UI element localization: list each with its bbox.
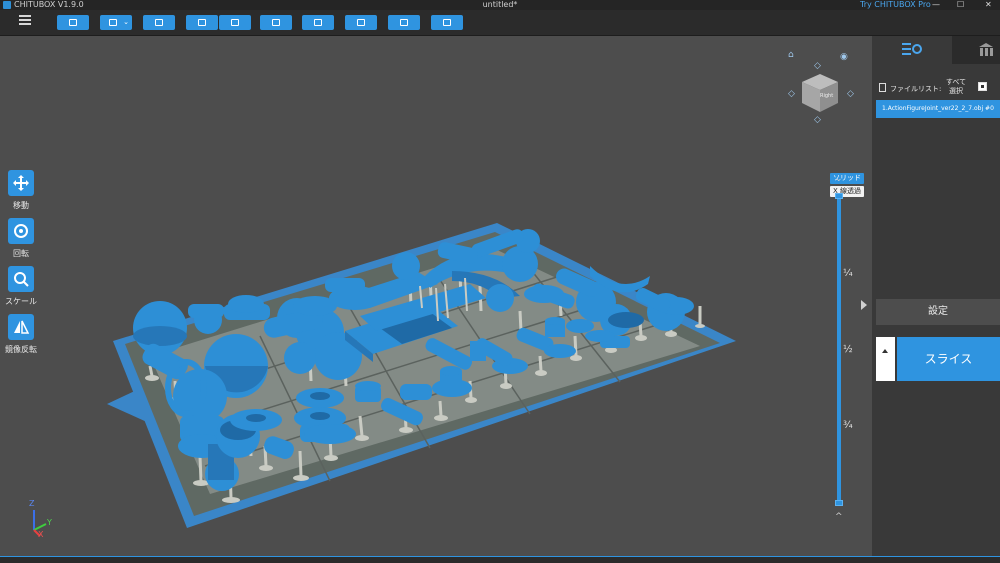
open-file-icon <box>69 19 77 26</box>
file-list-item[interactable]: 1.ActionFigureJoint_ver22_2_7.obj #0 <box>876 100 1000 118</box>
export-icon <box>231 19 239 26</box>
tab-settings-list[interactable] <box>872 36 952 64</box>
tab-machine[interactable] <box>952 36 1000 64</box>
layer-slider-top-handle[interactable] <box>835 193 843 199</box>
import-icon <box>198 19 206 26</box>
x-axis-label: X <box>38 530 44 539</box>
sidebar-icon <box>272 19 280 26</box>
right-panel: ファイルリスト: すべて選択 1.ActionFigureJoint_ver22… <box>872 36 1000 556</box>
try-pro-link[interactable]: Try CHITUBOX Pro <box>860 0 931 10</box>
supports-button[interactable] <box>345 15 377 30</box>
scale-tool-button[interactable] <box>8 266 34 292</box>
slice-options-dropdown[interactable] <box>876 337 895 381</box>
document-title: untitled* <box>482 0 518 9</box>
build-plate-scene[interactable] <box>0 36 872 556</box>
file-list-label: ファイルリスト: <box>890 85 942 93</box>
chevron-down-icon[interactable]: ⌄ <box>123 19 129 26</box>
rotate-right-arrow-icon[interactable]: ◇ <box>847 90 854 99</box>
rotate-tool-button[interactable] <box>8 218 34 244</box>
slice-button[interactable]: スライス <box>897 337 1000 381</box>
rotate-up-arrow-icon[interactable]: ◇ <box>814 62 821 71</box>
3d-viewport[interactable]: 移動 回転 スケール 鏡像反転 ⌂ ◉ ◇ ◇ ◇ ◇ Right ソリッド X… <box>0 36 872 556</box>
layer-slider-bottom-handle[interactable] <box>835 500 843 506</box>
scale-icon <box>14 272 29 287</box>
hollow-icon <box>400 19 408 26</box>
lock-icon <box>443 19 451 26</box>
rotate-tool-label: 回転 <box>13 249 29 258</box>
z-axis-label: Z <box>29 499 35 508</box>
arrange-icon <box>314 19 322 26</box>
move-tool-label: 移動 <box>13 201 29 210</box>
home-view-icon[interactable]: ⌂ <box>788 51 794 60</box>
y-axis-label: Y <box>47 518 52 527</box>
supports-icon <box>357 19 365 26</box>
minimize-icon[interactable]: — <box>932 0 940 10</box>
rotate-down-arrow-icon[interactable]: ◇ <box>814 116 821 125</box>
slider-mark-half: ½ <box>843 344 853 355</box>
eye-icon[interactable]: ◉ <box>840 53 848 62</box>
select-all-label: すべて選択 <box>945 78 967 95</box>
rotate-icon <box>14 224 28 238</box>
hollow-button[interactable] <box>388 15 420 30</box>
layer-slider-track[interactable] <box>837 196 841 504</box>
print-area-button[interactable] <box>143 15 175 30</box>
file-list-icon <box>879 83 886 92</box>
mirror-tool-label: 鏡像反転 <box>5 345 37 354</box>
mirror-icon <box>14 320 30 334</box>
slider-mark-three-quarter: ¾ <box>843 420 853 431</box>
export-button[interactable] <box>219 15 251 30</box>
status-bar <box>0 556 1000 563</box>
view-cube-face-label: Right <box>820 93 834 99</box>
chitubox-logo-icon <box>3 1 11 9</box>
list-settings-icon <box>902 43 922 55</box>
open-file-button[interactable] <box>57 15 89 30</box>
rotate-left-arrow-icon[interactable]: ◇ <box>788 90 795 99</box>
hamburger-menu-icon[interactable] <box>19 15 31 27</box>
slider-mark-quarter: ¼ <box>843 268 853 279</box>
arrange-button[interactable] <box>302 15 334 30</box>
lock-button[interactable] <box>431 15 463 30</box>
machine-icon <box>979 43 993 56</box>
mirror-tool-button[interactable] <box>8 314 34 340</box>
scale-tool-label: スケール <box>5 297 37 306</box>
move-icon <box>13 175 29 191</box>
import-button[interactable] <box>186 15 218 30</box>
toolbar: ⌄ <box>0 10 1000 36</box>
title-bar: CHITUBOX V1.9.0 untitled* Try CHITUBOX P… <box>0 0 1000 10</box>
print-area-icon <box>155 19 163 26</box>
close-icon[interactable]: ✕ <box>985 0 992 10</box>
settings-button[interactable]: 設定 <box>876 299 1000 325</box>
panel-collapse-arrow-icon[interactable] <box>861 300 867 310</box>
move-tool-button[interactable] <box>8 170 34 196</box>
chitubox-window: CHITUBOX V1.9.0 untitled* Try CHITUBOX P… <box>0 0 1000 563</box>
save-icon <box>109 19 117 26</box>
maximize-icon[interactable]: ☐ <box>957 0 964 10</box>
select-all-checkbox[interactable] <box>978 82 987 91</box>
save-button[interactable]: ⌄ <box>100 15 132 30</box>
app-title: CHITUBOX V1.9.0 <box>14 0 84 9</box>
sidebar-button[interactable] <box>260 15 292 30</box>
slider-down-chevron-icon[interactable]: ^ <box>835 512 843 522</box>
slider-up-chevron-icon[interactable]: ⌄ <box>835 174 843 184</box>
